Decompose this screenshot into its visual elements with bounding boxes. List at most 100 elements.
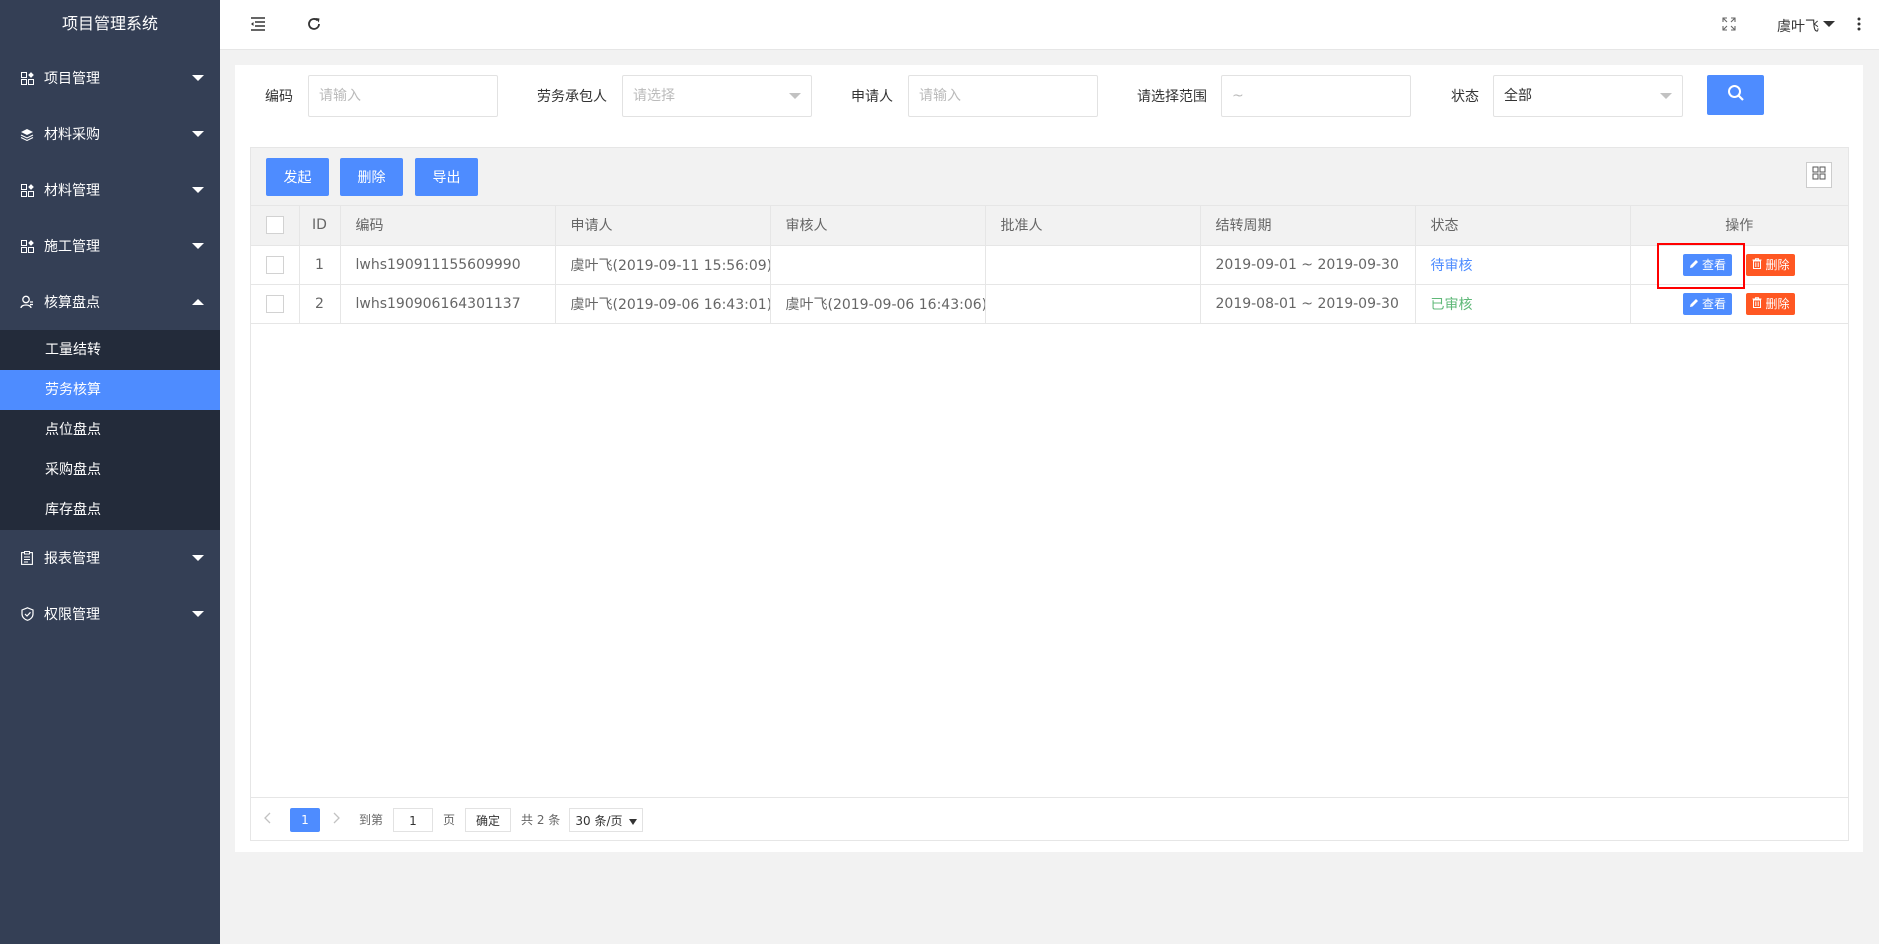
cell-applicant: 虞叶飞(2019-09-06 16:43:01)	[555, 284, 771, 324]
next-page-icon[interactable]	[333, 808, 341, 832]
sidebar-item-project[interactable]: 项目管理	[0, 50, 220, 106]
page-size-select[interactable]: 30 条/页	[569, 808, 643, 832]
sidebar-item-label: 项目管理	[44, 71, 100, 87]
start-button[interactable]: 发起	[266, 158, 329, 196]
cell-period: 2019-09-01 ~ 2019-09-30	[1200, 245, 1416, 285]
col-applicant[interactable]: 申请人	[555, 206, 771, 246]
cell-applicant: 虞叶飞(2019-09-11 15:56:09)	[555, 245, 771, 285]
sidebar-subitem-workload[interactable]: 工量结转	[0, 330, 220, 370]
chevron-down-icon[interactable]	[1823, 21, 1835, 27]
goto-label: 到第	[359, 813, 384, 827]
sidebar-subitem-labor[interactable]: 劳务核算	[0, 370, 220, 410]
row-delete-button[interactable]: 删除	[1746, 292, 1796, 315]
code-input[interactable]: 请输入	[308, 75, 498, 117]
pagination: 1 到第 1 页 确定 共 2 条 30 条/页	[251, 797, 1848, 840]
goto-confirm-button[interactable]: 确定	[465, 808, 511, 832]
sidebar-item-construction[interactable]: 施工管理	[0, 218, 220, 274]
delete-button[interactable]: 删除	[340, 158, 403, 196]
top-header: 虞叶飞	[220, 0, 1879, 50]
fullscreen-icon[interactable]	[1719, 14, 1739, 34]
app-title: 项目管理系统	[0, 0, 220, 50]
sidebar-subitem-point[interactable]: 点位盘点	[0, 410, 220, 450]
data-table: ID 编码 申请人 审核人 批准人 结转周期 状态 操作 1 lwhs19091…	[251, 206, 1848, 324]
table-row[interactable]: 1 lwhs190911155609990 虞叶飞(2019-09-11 15:…	[251, 245, 1848, 285]
row-delete-button[interactable]: 删除	[1746, 253, 1796, 276]
more-vertical-icon[interactable]	[1849, 14, 1869, 34]
range-label: 请选择范围	[1137, 89, 1207, 105]
page-current[interactable]: 1	[290, 808, 320, 832]
applicant-label: 申请人	[851, 89, 893, 105]
row-checkbox[interactable]	[265, 255, 284, 274]
cell-status: 已审核	[1415, 284, 1631, 324]
report-icon	[20, 551, 34, 565]
sidebar-item-accounting[interactable]: 核算盘点	[0, 274, 220, 330]
trash-icon	[1752, 257, 1765, 272]
search-icon	[1727, 84, 1745, 106]
menu-collapse-icon[interactable]	[248, 14, 268, 34]
status-select[interactable]: 全部	[1493, 75, 1683, 117]
sidebar-item-label: 材料采购	[44, 127, 100, 143]
status-value: 全部	[1504, 88, 1532, 104]
view-button-label: 查看	[1702, 297, 1727, 311]
page-unit-label: 页	[443, 813, 456, 827]
contractor-select[interactable]: 请选择	[622, 75, 812, 117]
columns-filter-button[interactable]	[1806, 162, 1832, 188]
sidebar: 项目管理系统 项目管理 材料采购 材料管理 施工管理 核算盘点 工量结转 劳务核…	[0, 0, 220, 944]
sidebar-item-label: 核算盘点	[44, 295, 100, 311]
sidebar-subitem-inventory[interactable]: 库存盘点	[0, 490, 220, 530]
cell-id: 1	[299, 245, 341, 285]
table-row[interactable]: 2 lwhs190906164301137 虞叶飞(2019-09-06 16:…	[251, 284, 1848, 324]
sidebar-item-material-manage[interactable]: 材料管理	[0, 162, 220, 218]
code-label: 编码	[265, 89, 293, 105]
user-name[interactable]: 虞叶飞	[1777, 16, 1819, 36]
col-id[interactable]: ID	[299, 206, 341, 246]
module-icon	[20, 239, 34, 253]
select-all-cell	[251, 206, 300, 246]
delete-button-label: 删除	[1765, 258, 1790, 272]
chevron-up-icon	[192, 299, 204, 305]
table-header-row: ID 编码 申请人 审核人 批准人 结转周期 状态 操作	[251, 206, 1848, 246]
chevron-down-icon	[192, 555, 204, 561]
sidebar-subitem-purchase[interactable]: 采购盘点	[0, 450, 220, 490]
status-label: 状态	[1451, 89, 1479, 105]
shield-icon	[20, 607, 34, 621]
cell-reviewer: 虞叶飞(2019-09-06 16:43:06)	[770, 284, 986, 324]
row-checkbox[interactable]	[265, 294, 284, 313]
sidebar-item-material-purchase[interactable]: 材料采购	[0, 106, 220, 162]
chevron-down-icon	[192, 131, 204, 137]
applicant-input[interactable]: 请输入	[908, 75, 1098, 117]
export-button[interactable]: 导出	[415, 158, 478, 196]
chevron-down-icon	[1660, 93, 1672, 99]
goto-page-input[interactable]: 1	[393, 808, 433, 832]
layers-icon	[20, 127, 34, 141]
row-select-cell	[251, 284, 300, 324]
sidebar-item-label: 施工管理	[44, 239, 100, 255]
data-table-wrapper: 发起 删除 导出 ID 编码 申请人 审核人 批准人 结转周期 状态 操作 1 …	[250, 147, 1849, 841]
cell-period: 2019-08-01 ~ 2019-09-30	[1200, 284, 1416, 324]
date-range-input[interactable]: ~	[1221, 75, 1411, 117]
highlight-box	[1657, 243, 1745, 289]
chevron-down-icon	[192, 611, 204, 617]
submenu-accounting: 工量结转 劳务核算 点位盘点 采购盘点 库存盘点	[0, 330, 220, 530]
col-approver[interactable]: 批准人	[985, 206, 1201, 246]
edit-icon	[1689, 297, 1702, 311]
col-period[interactable]: 结转周期	[1200, 206, 1416, 246]
user-icon	[20, 295, 34, 309]
col-status[interactable]: 状态	[1415, 206, 1631, 246]
contractor-placeholder: 请选择	[633, 88, 675, 104]
refresh-icon[interactable]	[304, 14, 324, 34]
chevron-down-icon	[789, 93, 801, 99]
sidebar-item-permission[interactable]: 权限管理	[0, 586, 220, 642]
module-icon	[20, 183, 34, 197]
view-button[interactable]: 查看	[1683, 292, 1733, 315]
table-toolbar: 发起 删除 导出	[251, 148, 1848, 206]
prev-page-icon[interactable]	[263, 808, 271, 832]
page-size-value: 30 条/页	[575, 814, 623, 828]
col-reviewer[interactable]: 审核人	[770, 206, 986, 246]
sidebar-item-report[interactable]: 报表管理	[0, 530, 220, 586]
search-button[interactable]	[1707, 75, 1764, 115]
columns-icon	[1812, 166, 1826, 184]
select-all-checkbox[interactable]	[265, 216, 284, 235]
col-code[interactable]: 编码	[340, 206, 556, 246]
sidebar-item-label: 报表管理	[44, 551, 100, 567]
